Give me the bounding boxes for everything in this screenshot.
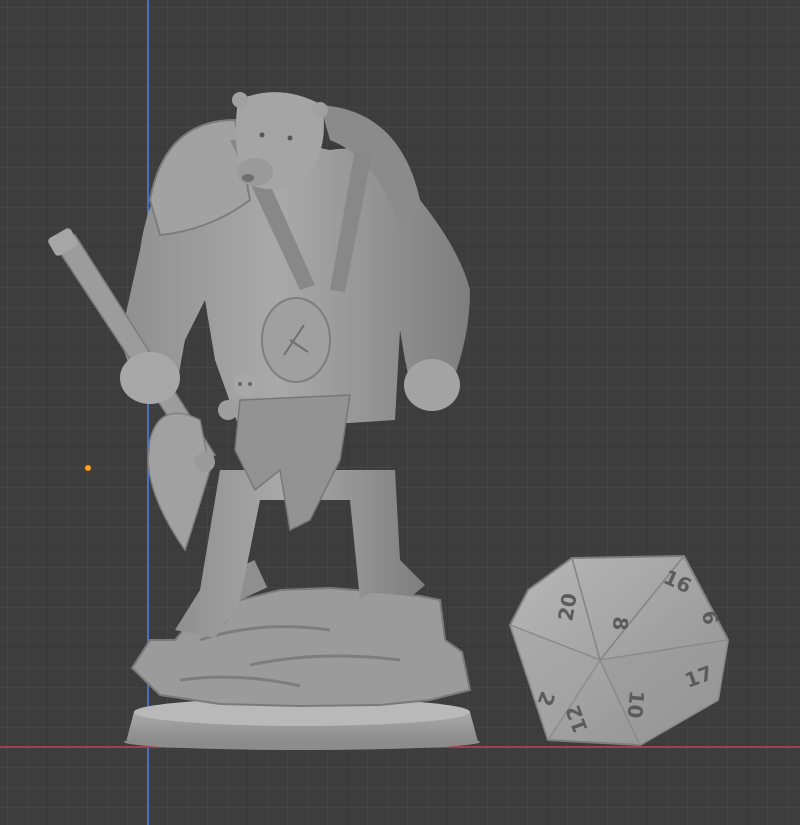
bear-warrior-miniature[interactable] [47,92,480,750]
d20-face-8: 8 [608,616,633,632]
rock-terrain [130,586,472,708]
d20-face-10: 10 [623,690,649,720]
d20-die[interactable]: 20 8 16 17 10 12 2 6 [508,554,730,747]
3d-viewport[interactable]: 20 8 16 17 10 12 2 6 [0,0,800,825]
d20-face-20: 20 [553,591,581,623]
bear-right-fist [404,359,460,411]
belly-shield [261,297,331,383]
bear-left-fist [120,352,180,404]
scene-canvas: 20 8 16 17 10 12 2 6 [47,92,730,750]
